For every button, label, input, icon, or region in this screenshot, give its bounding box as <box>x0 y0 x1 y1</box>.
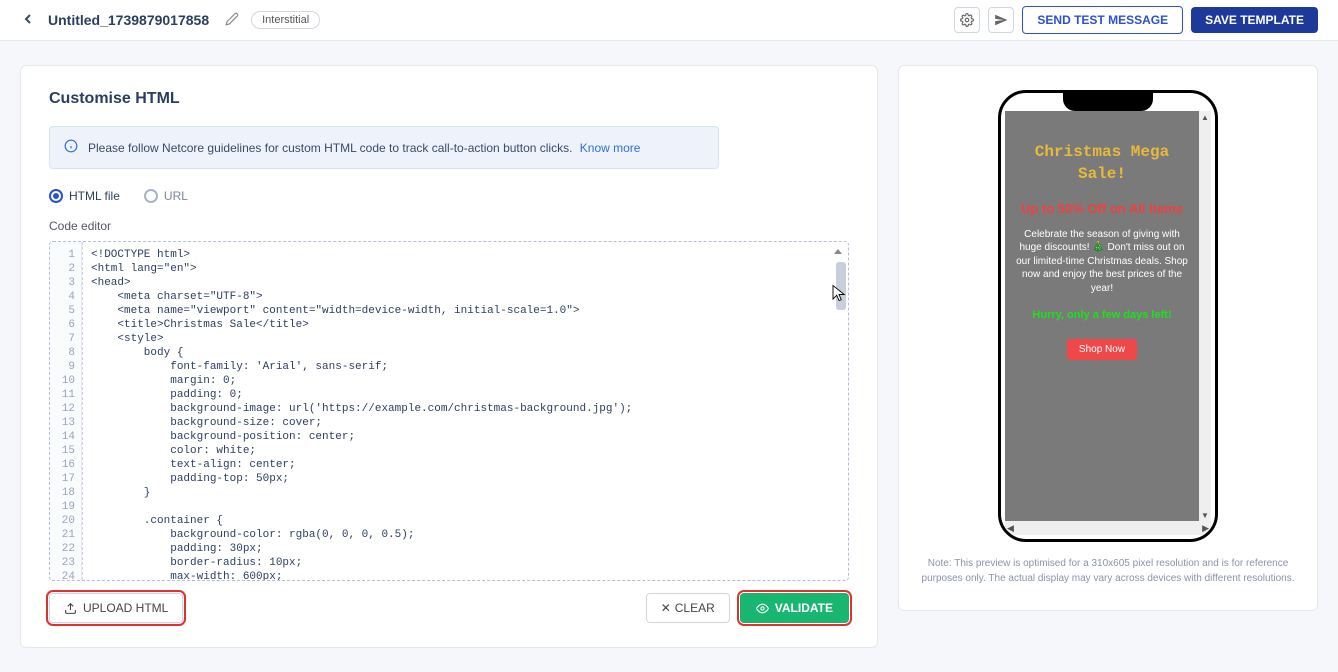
code-editor-label: Code editor <box>49 219 849 233</box>
phone-notch <box>1063 93 1153 111</box>
topbar: Untitled_1739879017858 Interstitial SEND… <box>0 0 1338 41</box>
topbar-right: SEND TEST MESSAGE SAVE TEMPLATE <box>954 6 1318 34</box>
line-gutter: 123456789101112131415161718192021222324 <box>50 242 82 580</box>
edit-title-icon[interactable] <box>225 12 239 29</box>
topbar-left: Untitled_1739879017858 Interstitial <box>20 11 320 30</box>
footer-right: ✕ CLEAR VALIDATE <box>646 593 849 623</box>
editor-footer: UPLOAD HTML ✕ CLEAR VALIDATE <box>49 593 849 623</box>
preview-panel: Christmas Mega Sale! Up to 50% Off on Al… <box>898 65 1318 611</box>
code-body[interactable]: <!DOCTYPE html> <html lang="en"> <head> … <box>82 242 848 580</box>
scroll-right-arrow-icon[interactable]: ▶ <box>1202 523 1209 534</box>
scrollbar-thumb[interactable] <box>836 262 846 310</box>
scroll-up-arrow-icon[interactable]: ▲ <box>1199 111 1211 123</box>
preview-urgency-text: Hurry, only a few days left! <box>1015 309 1189 321</box>
scroll-up-icon[interactable] <box>832 246 846 260</box>
radio-html-file[interactable]: HTML file <box>49 189 120 203</box>
phone-frame: Christmas Mega Sale! Up to 50% Off on Al… <box>998 90 1218 542</box>
radio-unselected-icon <box>144 189 158 203</box>
scroll-left-arrow-icon[interactable]: ◀ <box>1007 523 1014 534</box>
scroll-down-arrow-icon[interactable]: ▼ <box>1199 509 1211 521</box>
upload-html-button[interactable]: UPLOAD HTML <box>49 593 183 623</box>
send-test-button[interactable]: SEND TEST MESSAGE <box>1022 6 1183 34</box>
save-template-button[interactable]: SAVE TEMPLATE <box>1191 7 1318 33</box>
validate-button[interactable]: VALIDATE <box>740 593 849 623</box>
main-area: Customise HTML Please follow Netcore gui… <box>0 41 1338 672</box>
clear-button[interactable]: ✕ CLEAR <box>646 593 730 623</box>
preview-viewport: Christmas Mega Sale! Up to 50% Off on Al… <box>1005 111 1211 535</box>
code-editor[interactable]: 123456789101112131415161718192021222324 … <box>49 241 849 581</box>
close-icon: ✕ <box>661 601 671 615</box>
radio-selected-icon <box>49 189 63 203</box>
back-icon[interactable] <box>20 11 36 30</box>
preview-vertical-scrollbar[interactable]: ▲ ▼ <box>1199 111 1211 521</box>
editor-panel: Customise HTML Please follow Netcore gui… <box>20 65 878 648</box>
radio-url[interactable]: URL <box>144 189 188 203</box>
send-icon[interactable] <box>988 7 1014 33</box>
preview-horizontal-scrollbar[interactable]: ◀ ▶ <box>1005 521 1211 535</box>
type-badge: Interstitial <box>251 11 320 29</box>
know-more-link[interactable]: Know more <box>580 141 641 155</box>
preview-heading: Christmas Mega Sale! <box>1015 141 1189 186</box>
eye-icon <box>756 602 769 615</box>
upload-icon <box>64 602 77 615</box>
info-icon <box>64 139 78 156</box>
preview-scroll-area: Christmas Mega Sale! Up to 50% Off on Al… <box>1005 111 1211 521</box>
preview-note: Note: This preview is optimised for a 31… <box>919 556 1297 586</box>
settings-icon[interactable] <box>954 7 980 33</box>
info-banner: Please follow Netcore guidelines for cus… <box>49 126 719 169</box>
preview-subheading: Up to 50% Off on All Items <box>1015 200 1189 218</box>
source-radio-group: HTML file URL <box>49 189 849 203</box>
preview-body-text: Celebrate the season of giving with huge… <box>1015 228 1189 296</box>
document-title: Untitled_1739879017858 <box>48 12 209 28</box>
preview-cta-button[interactable]: Shop Now <box>1067 339 1137 360</box>
info-text: Please follow Netcore guidelines for cus… <box>88 141 640 155</box>
panel-title: Customise HTML <box>49 90 849 108</box>
preview-content: Christmas Mega Sale! Up to 50% Off on Al… <box>1005 111 1199 521</box>
